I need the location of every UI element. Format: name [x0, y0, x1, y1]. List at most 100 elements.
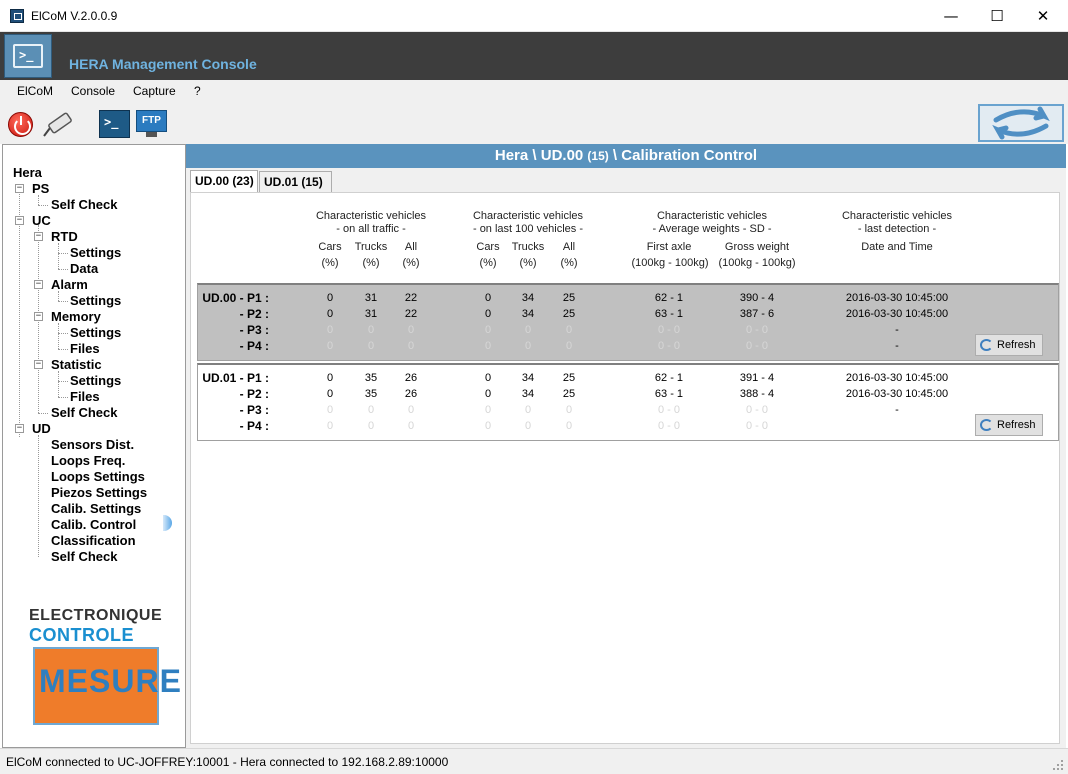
- close-button[interactable]: ✕: [1020, 0, 1066, 32]
- power-icon[interactable]: [8, 112, 33, 137]
- row-label: - P3 :: [239, 323, 269, 337]
- cell-trucks2: 34: [521, 388, 535, 400]
- row-label: UD.00 - P1 :: [202, 291, 269, 305]
- minimize-button[interactable]: —: [928, 0, 974, 32]
- col-gross-weight: Gross weight: [724, 241, 790, 253]
- tree-expander-ud[interactable]: −: [15, 424, 24, 433]
- tree-expander-rtd[interactable]: −: [34, 232, 43, 241]
- ftp-icon[interactable]: FTP: [136, 110, 167, 138]
- cell-axle: 63 - 1: [654, 308, 684, 320]
- calibration-panel: Characteristic vehicles - on all traffic…: [190, 192, 1060, 744]
- cell-cars1: 0: [326, 420, 334, 432]
- cell-all1: 0: [407, 324, 415, 336]
- tree-item-ps[interactable]: PS: [32, 181, 49, 196]
- tree-expander-uc[interactable]: −: [15, 216, 24, 225]
- tree-expander-statistic[interactable]: −: [34, 360, 43, 369]
- tree-item-calib-control[interactable]: Calib. Control: [51, 517, 136, 532]
- tree-item-ps-self-check[interactable]: Self Check: [51, 197, 117, 212]
- cell-all1: 26: [404, 388, 418, 400]
- cell-all2: 0: [565, 340, 573, 352]
- cell-gross: 388 - 4: [739, 388, 775, 400]
- tree-item-ud-self-check[interactable]: Self Check: [51, 549, 117, 564]
- terminal-icon[interactable]: >_: [99, 110, 130, 138]
- tree-item-loops-freq[interactable]: Loops Freq.: [51, 453, 125, 468]
- col-all-2: All: [562, 241, 576, 253]
- status-text: ElCoM connected to UC-JOFFREY:10001 - He…: [6, 755, 449, 769]
- tree-expander-memory[interactable]: −: [34, 312, 43, 321]
- cell-date: 2016-03-30 10:45:00: [845, 292, 949, 304]
- tree-expander-ps[interactable]: −: [15, 184, 24, 193]
- tree-item-statistic[interactable]: Statistic: [51, 357, 102, 372]
- sync-refresh-icon[interactable]: [978, 104, 1064, 142]
- tree-item-statistic-files[interactable]: Files: [70, 389, 100, 404]
- refresh-button-ud01[interactable]: Refresh: [975, 414, 1043, 436]
- cell-all2: 25: [562, 292, 576, 304]
- tree-item-hera[interactable]: Hera: [13, 165, 42, 180]
- cell-trucks1: 31: [364, 292, 378, 304]
- toolbar: >_ FTP: [0, 104, 1068, 144]
- cell-gross: 390 - 4: [739, 292, 775, 304]
- cell-cars2: 0: [484, 308, 492, 320]
- tab-ud00[interactable]: UD.00 (23): [190, 170, 258, 193]
- cell-axle: 62 - 1: [654, 292, 684, 304]
- window-titlebar: ElCoM V.2.0.0.9 — ☐ ✕: [0, 0, 1068, 32]
- cell-axle: 63 - 1: [654, 388, 684, 400]
- cell-trucks2: 34: [521, 308, 535, 320]
- tree-item-piezos-settings[interactable]: Piezos Settings: [51, 485, 147, 500]
- resize-grip-icon[interactable]: [1052, 759, 1064, 771]
- cell-gross: 391 - 4: [739, 372, 775, 384]
- tree-item-alarm[interactable]: Alarm: [51, 277, 88, 292]
- cell-all2: 25: [562, 308, 576, 320]
- tree-item-memory-settings[interactable]: Settings: [70, 325, 121, 340]
- cell-trucks2: 0: [524, 340, 532, 352]
- cell-gross: 0 - 0: [745, 404, 768, 416]
- tree-item-uc-self-check[interactable]: Self Check: [51, 405, 117, 420]
- tree-expander-alarm[interactable]: −: [34, 280, 43, 289]
- tree-item-sensors-dist[interactable]: Sensors Dist.: [51, 437, 134, 452]
- row-label: - P3 :: [239, 403, 269, 417]
- col-pct-cars-2: (%): [479, 257, 497, 269]
- tree-item-ud[interactable]: UD: [32, 421, 51, 436]
- connect-cable-icon[interactable]: [40, 112, 74, 138]
- maximize-button[interactable]: ☐: [974, 0, 1020, 32]
- menu-elcom[interactable]: ElCoM: [17, 84, 53, 98]
- cell-cars2: 0: [484, 292, 492, 304]
- menu-capture[interactable]: Capture: [133, 84, 176, 98]
- tree-item-rtd-data[interactable]: Data: [70, 261, 98, 276]
- col-group1-title: Characteristic vehicles: [315, 210, 427, 222]
- tree-item-uc[interactable]: UC: [32, 213, 51, 228]
- tree-item-memory-files[interactable]: Files: [70, 341, 100, 356]
- tree-item-loops-settings[interactable]: Loops Settings: [51, 469, 145, 484]
- col-group4-title: Characteristic vehicles: [841, 210, 953, 222]
- cell-axle: 62 - 1: [654, 372, 684, 384]
- logo-line1: ELECTRONIQUE: [29, 607, 163, 624]
- col-group3-sub: - Average weights - SD -: [652, 223, 772, 235]
- cell-trucks2: 0: [524, 420, 532, 432]
- menu-bar: ElCoM Console Capture ?: [0, 80, 1068, 104]
- cell-date: 2016-03-30 10:45:00: [845, 372, 949, 384]
- tree-item-classification[interactable]: Classification: [51, 533, 136, 548]
- tree-item-rtd[interactable]: RTD: [51, 229, 78, 244]
- cell-cars1: 0: [326, 372, 334, 384]
- cell-all2: 0: [565, 420, 573, 432]
- col-trucks-1: Trucks: [354, 241, 388, 253]
- tree-item-calib-settings[interactable]: Calib. Settings: [51, 501, 141, 516]
- cell-trucks2: 0: [524, 324, 532, 336]
- menu-help[interactable]: ?: [194, 84, 201, 98]
- cell-cars1: 0: [326, 388, 334, 400]
- cell-all1: 0: [407, 404, 415, 416]
- refresh-button-ud00[interactable]: Refresh: [975, 334, 1043, 356]
- cell-trucks2: 34: [521, 292, 535, 304]
- col-pct-trucks-1: (%): [362, 257, 380, 269]
- cell-trucks1: 0: [367, 324, 375, 336]
- col-pct-all-1: (%): [402, 257, 420, 269]
- col-group4-sub: - last detection -: [857, 223, 937, 235]
- tree-item-alarm-settings[interactable]: Settings: [70, 293, 121, 308]
- row-label: - P2 :: [239, 307, 269, 321]
- tree-item-memory[interactable]: Memory: [51, 309, 101, 324]
- tree-item-rtd-settings[interactable]: Settings: [70, 245, 121, 260]
- cell-cars1: 0: [326, 292, 334, 304]
- tab-ud01[interactable]: UD.01 (15): [259, 171, 332, 192]
- menu-console[interactable]: Console: [71, 84, 115, 98]
- tree-item-statistic-settings[interactable]: Settings: [70, 373, 121, 388]
